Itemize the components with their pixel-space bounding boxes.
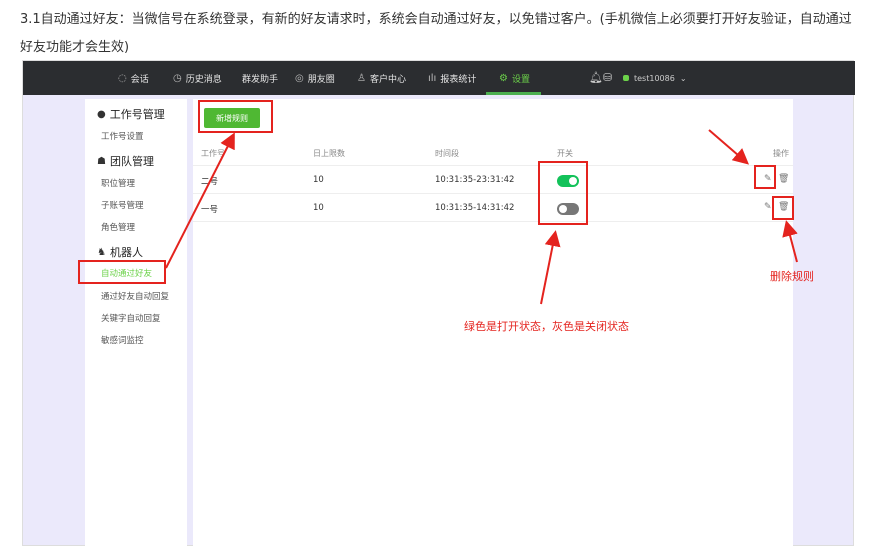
arrow-to-switches — [540, 230, 561, 305]
arrow-to-edit-icon — [708, 129, 750, 165]
delete-rule-note: 删除规则 — [770, 270, 814, 283]
toggle-state-note: 绿色是打开状态，灰色是关闭状态 — [464, 320, 629, 333]
arrow-to-add-button — [165, 132, 235, 269]
arrow-to-delete-icon — [782, 220, 798, 263]
annotation-arrows — [165, 129, 798, 305]
